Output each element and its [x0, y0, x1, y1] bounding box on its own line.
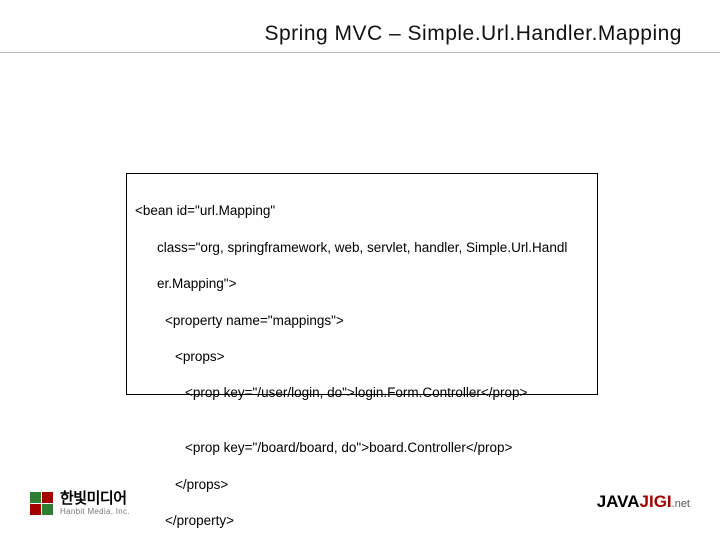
code-line: <props> [135, 348, 589, 366]
code-line: er.Mapping"> [135, 275, 589, 293]
hanbit-logo-icon [30, 492, 53, 515]
page-title: Spring MVC – Simple.Url.Handler.Mapping [264, 22, 682, 46]
title-divider [0, 52, 720, 53]
code-example-box: <bean id="url.Mapping" class="org, sprin… [126, 173, 598, 395]
code-line: <bean id="url.Mapping" [135, 202, 589, 220]
javajigi-java: JAVA [597, 492, 640, 511]
code-line: <property name="mappings"> [135, 312, 589, 330]
code-line: class="org, springframework, web, servle… [135, 239, 589, 257]
javajigi-net: .net [672, 498, 690, 510]
hanbit-kr: 한빛미디어 [60, 491, 130, 506]
hanbit-en: Hanbit Media, Inc. [60, 508, 130, 516]
code-line: <prop key="/user/login, do">login.Form.C… [135, 384, 589, 402]
code-line: <prop key="/board/board, do">board.Contr… [135, 439, 589, 457]
javajigi-logo: JAVAJIGI.net [597, 492, 690, 512]
footer: 한빛미디어 Hanbit Media, Inc. JAVAJIGI.net [0, 486, 720, 526]
javajigi-jigi: JIGI [640, 492, 672, 511]
hanbit-logo: 한빛미디어 Hanbit Media, Inc. [30, 491, 130, 516]
